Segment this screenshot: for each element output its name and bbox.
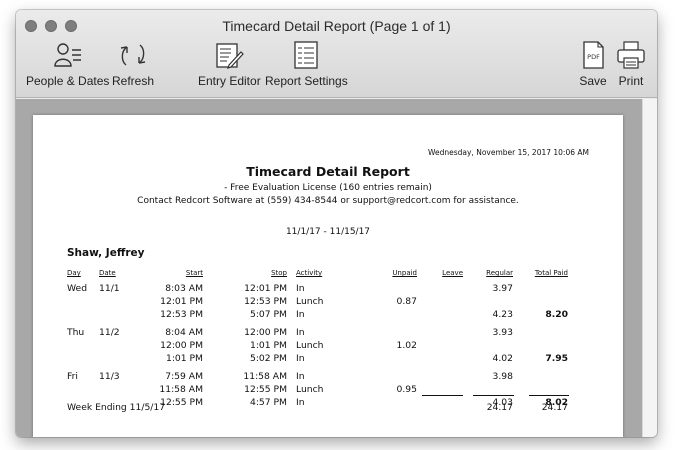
report-settings-label: Report Settings [265, 74, 348, 88]
row-8-stop: 12:55 PM [244, 384, 287, 395]
row-4-start: 8:04 AM [165, 327, 203, 338]
row-9-regular: 4.03 [492, 397, 513, 408]
row-7-start: 7:59 AM [165, 371, 203, 382]
title-bar: Timecard Detail Report (Page 1 of 1) Peo… [16, 10, 657, 98]
row-5-unpaid: 1.02 [396, 340, 417, 351]
row-5-activity: Lunch [296, 340, 324, 351]
regular-total-rule [473, 395, 514, 396]
row-6-total: 7.95 [545, 353, 568, 364]
header-activity: Activity [296, 269, 323, 277]
print-button[interactable]: Print [615, 40, 647, 88]
row-5-stop: 1:01 PM [249, 340, 287, 351]
row-7-activity: In [296, 371, 305, 382]
header-day: Day [67, 269, 81, 277]
employee-name: Shaw, Jeffrey [67, 247, 145, 259]
people-dates-button[interactable]: People & Dates [26, 40, 109, 88]
report-page: Wednesday, November 15, 2017 10:06 AM Ti… [33, 115, 623, 437]
report-settings-button[interactable]: Report Settings [265, 40, 348, 88]
save-label: Save [579, 74, 607, 88]
row-3-total: 8.20 [545, 309, 568, 320]
row-7-stop: 11:58 AM [243, 371, 287, 382]
row-9-stop: 4:57 PM [249, 397, 287, 408]
row-1-start: 8:03 AM [165, 283, 203, 294]
row-8-start: 11:58 AM [159, 384, 203, 395]
row-6-start: 1:01 PM [165, 353, 203, 364]
save-button[interactable]: PDF Save [577, 40, 609, 88]
window-title: Timecard Detail Report (Page 1 of 1) [222, 18, 451, 34]
people-dates-icon [53, 43, 81, 67]
row-8-unpaid: 0.95 [396, 384, 417, 395]
row-2-unpaid: 0.87 [396, 296, 417, 307]
row-3-stop: 5:07 PM [249, 309, 287, 320]
row-9-activity: In [296, 397, 305, 408]
row-1-date: 11/1 [99, 283, 120, 294]
header-unpaid: Unpaid [392, 269, 417, 277]
row-4-date: 11/2 [99, 327, 120, 338]
refresh-label: Refresh [112, 74, 155, 88]
header-leave: Leave [442, 269, 463, 277]
row-2-activity: Lunch [296, 296, 324, 307]
row-9-start: 12:55 PM [160, 397, 203, 408]
header-start: Start [185, 269, 203, 277]
refresh-button[interactable]: Refresh [112, 40, 154, 88]
row-5-start: 12:00 PM [160, 340, 203, 351]
entry-editor-label: Entry Editor [198, 74, 261, 88]
row-4-day: Thu [67, 327, 85, 338]
row-7-regular: 3.98 [492, 371, 513, 382]
week-ending-label: Week Ending 11/5/17 [67, 402, 166, 413]
row-4-regular: 3.93 [492, 327, 513, 338]
entry-editor-icon [216, 43, 245, 69]
row-1-day: Wed [67, 283, 88, 294]
row-7-day: Fri [67, 371, 78, 382]
report-window: Timecard Detail Report (Page 1 of 1) Peo… [16, 10, 657, 437]
pdf-file-icon: PDF [583, 41, 604, 69]
total-paid-rule [529, 395, 569, 396]
header-date: Date [99, 269, 116, 277]
row-9-total: 8.02 [545, 397, 568, 408]
row-2-stop: 12:53 PM [244, 296, 287, 307]
vertical-scrollbar[interactable] [642, 99, 657, 437]
refresh-icon [120, 44, 146, 66]
report-settings-icon [294, 41, 319, 69]
row-4-activity: In [296, 327, 305, 338]
row-2-start: 12:01 PM [160, 296, 203, 307]
header-stop: Stop [271, 269, 287, 277]
report-viewer[interactable]: Wednesday, November 15, 2017 10:06 AM Ti… [16, 99, 657, 437]
pdf-badge-text: PDF [587, 53, 600, 61]
entry-editor-button[interactable]: Entry Editor [198, 40, 261, 88]
row-8-activity: Lunch [296, 384, 324, 395]
row-6-activity: In [296, 353, 305, 364]
report-timestamp: Wednesday, November 15, 2017 10:06 AM [428, 148, 589, 157]
row-7-date: 11/3 [99, 371, 120, 382]
row-6-stop: 5:02 PM [249, 353, 287, 364]
row-1-activity: In [296, 283, 305, 294]
row-1-regular: 3.97 [492, 283, 513, 294]
row-3-regular: 4.23 [492, 309, 513, 320]
row-6-regular: 4.02 [492, 353, 513, 364]
row-3-start: 12:53 PM [160, 309, 203, 320]
printer-icon [617, 41, 645, 69]
header-regular: Regular [486, 269, 513, 277]
leave-total-rule [422, 395, 463, 396]
print-label: Print [618, 74, 644, 88]
row-4-stop: 12:00 PM [244, 327, 287, 338]
people-dates-label: People & Dates [26, 74, 110, 88]
license-notice: - Free Evaluation License (160 entries r… [224, 183, 432, 193]
row-1-stop: 12:01 PM [244, 283, 287, 294]
row-3-activity: In [296, 309, 305, 320]
header-total-paid: Total Paid [534, 269, 568, 277]
report-title: Timecard Detail Report [246, 164, 410, 179]
contact-notice: Contact Redcort Software at (559) 434-85… [137, 196, 519, 206]
date-range: 11/1/17 - 11/15/17 [285, 227, 371, 237]
